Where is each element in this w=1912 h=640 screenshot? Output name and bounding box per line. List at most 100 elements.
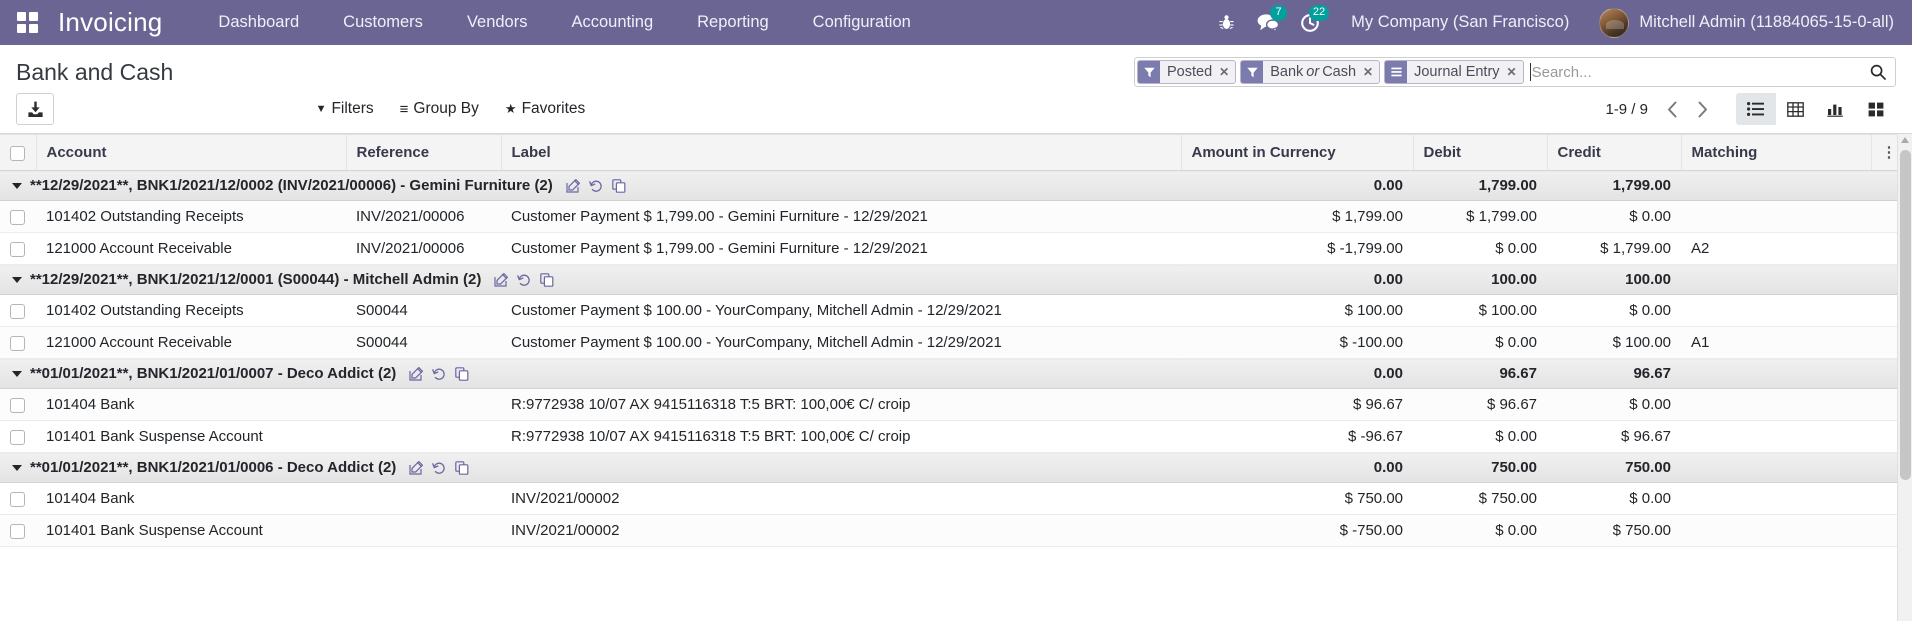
- column-header-matching[interactable]: Matching: [1680, 134, 1871, 171]
- chevron-left-icon[interactable]: [1658, 94, 1688, 124]
- table-row[interactable]: 101404 Bank R:9772938 10/07 AX 941511631…: [0, 388, 1906, 421]
- group-row[interactable]: **12/29/2021**, BNK1/2021/12/0001 (S0004…: [0, 264, 1906, 295]
- row-checkbox[interactable]: [10, 303, 25, 319]
- column-header-reference[interactable]: Reference: [345, 134, 501, 171]
- messages-icon[interactable]: 7: [1247, 0, 1289, 45]
- group-label[interactable]: **01/01/2021**, BNK1/2021/01/0007 - Deco…: [30, 365, 396, 382]
- edit-icon[interactable]: [409, 460, 424, 475]
- bug-icon[interactable]: [1205, 0, 1247, 45]
- table-row[interactable]: 121000 Account Receivable S00044 Custome…: [0, 326, 1906, 359]
- row-checkbox[interactable]: [10, 209, 25, 225]
- search-icon[interactable]: [1863, 60, 1893, 84]
- row-checkbox-cell[interactable]: [0, 514, 36, 547]
- edit-icon[interactable]: [494, 272, 509, 287]
- row-checkbox[interactable]: [10, 397, 25, 413]
- duplicate-icon[interactable]: [455, 366, 469, 381]
- facet-bank-or-cash[interactable]: Bank or Cash ✕: [1240, 60, 1381, 84]
- group-label[interactable]: **12/29/2021**, BNK1/2021/12/0001 (S0004…: [30, 271, 481, 288]
- group-label[interactable]: **01/01/2021**, BNK1/2021/01/0006 - Deco…: [30, 459, 396, 476]
- group-header-cell[interactable]: **12/29/2021**, BNK1/2021/12/0001 (S0004…: [0, 264, 1181, 295]
- menu-reporting[interactable]: Reporting: [675, 0, 791, 45]
- kanban-view-button[interactable]: [1855, 93, 1896, 125]
- row-checkbox-cell[interactable]: [0, 326, 36, 359]
- table-row[interactable]: 101401 Bank Suspense Account INV/2021/00…: [0, 514, 1906, 547]
- facet-bank-or-cash-remove-icon[interactable]: ✕: [1363, 61, 1379, 83]
- column-header-label[interactable]: Label: [500, 134, 1181, 171]
- column-header-credit[interactable]: Credit: [1546, 134, 1681, 171]
- favorites-dropdown[interactable]: ★ Favorites: [492, 96, 598, 122]
- group-header-cell[interactable]: **12/29/2021**, BNK1/2021/12/0002 (INV/2…: [0, 170, 1181, 201]
- cell-debit: $ 0.00: [1413, 232, 1547, 265]
- facet-posted[interactable]: Posted ✕: [1137, 60, 1237, 84]
- table-row[interactable]: 101404 Bank INV/2021/00002 $ 750.00 $ 75…: [0, 482, 1906, 515]
- group-header-cell[interactable]: **01/01/2021**, BNK1/2021/01/0007 - Deco…: [0, 358, 1181, 389]
- pivot-view-button[interactable]: [1775, 93, 1816, 125]
- chevron-right-icon[interactable]: [1688, 94, 1718, 124]
- graph-view-button[interactable]: [1815, 93, 1856, 125]
- search-input-wrap[interactable]: [1528, 60, 1863, 84]
- edit-icon[interactable]: [566, 178, 580, 193]
- table-row[interactable]: 101402 Outstanding Receipts S00044 Custo…: [0, 294, 1906, 327]
- row-checkbox-cell[interactable]: [0, 420, 36, 453]
- row-checkbox[interactable]: [10, 491, 25, 507]
- apps-grid-icon[interactable]: [10, 0, 44, 45]
- column-header-account[interactable]: Account: [35, 134, 346, 171]
- group-caret-icon[interactable]: [12, 182, 22, 189]
- row-checkbox-cell[interactable]: [0, 294, 36, 327]
- row-checkbox[interactable]: [10, 429, 25, 445]
- vertical-scrollbar[interactable]: [1897, 134, 1912, 621]
- column-header-debit[interactable]: Debit: [1412, 134, 1547, 171]
- search-view[interactable]: Posted ✕ Bank or Cash ✕ Journal Entry ✕ …: [1134, 57, 1896, 87]
- export-button[interactable]: [16, 93, 54, 125]
- table-row[interactable]: 101401 Bank Suspense Account R:9772938 1…: [0, 420, 1906, 453]
- list-view-button[interactable]: [1735, 93, 1776, 125]
- duplicate-icon[interactable]: [611, 178, 626, 193]
- select-all-checkbox[interactable]: [10, 145, 25, 161]
- company-switcher[interactable]: My Company (San Francisco): [1331, 13, 1589, 32]
- filters-dropdown[interactable]: ▼ Filters: [303, 96, 387, 122]
- row-checkbox-cell[interactable]: [0, 232, 36, 265]
- cell-credit: $ 1,799.00: [1547, 232, 1681, 265]
- menu-accounting[interactable]: Accounting: [549, 0, 675, 45]
- menu-dashboard[interactable]: Dashboard: [196, 0, 321, 45]
- search-input[interactable]: [1531, 63, 1863, 81]
- facet-journal-entry[interactable]: Journal Entry ✕: [1384, 60, 1524, 84]
- user-menu[interactable]: Mitchell Admin (11884065-15-0-all): [1589, 7, 1894, 38]
- row-checkbox[interactable]: [10, 241, 25, 257]
- search-dropdowns: ▼ Filters ≡ Group By ★ Favorites: [303, 96, 599, 122]
- revert-icon[interactable]: [432, 367, 446, 381]
- group-row[interactable]: **12/29/2021**, BNK1/2021/12/0002 (INV/2…: [0, 170, 1906, 201]
- table-row[interactable]: 101402 Outstanding Receipts INV/2021/000…: [0, 200, 1906, 233]
- group-row[interactable]: **01/01/2021**, BNK1/2021/01/0007 - Deco…: [0, 358, 1906, 389]
- menu-vendors[interactable]: Vendors: [445, 0, 550, 45]
- column-header-amount-in-currency[interactable]: Amount in Currency: [1180, 134, 1413, 171]
- activities-icon[interactable]: 22: [1289, 0, 1331, 45]
- duplicate-icon[interactable]: [540, 272, 554, 287]
- vertical-dots-icon[interactable]: ⋮: [1882, 145, 1897, 160]
- menu-customers[interactable]: Customers: [321, 0, 445, 45]
- group-label[interactable]: **12/29/2021**, BNK1/2021/12/0002 (INV/2…: [30, 177, 553, 194]
- group-caret-icon[interactable]: [12, 464, 22, 471]
- group-caret-icon[interactable]: [12, 276, 22, 283]
- revert-icon[interactable]: [588, 179, 603, 193]
- group-caret-icon[interactable]: [12, 370, 22, 377]
- row-checkbox[interactable]: [10, 335, 25, 351]
- menu-configuration[interactable]: Configuration: [791, 0, 933, 45]
- groupby-dropdown[interactable]: ≡ Group By: [387, 96, 492, 122]
- facet-posted-remove-icon[interactable]: ✕: [1219, 61, 1235, 83]
- group-header-cell[interactable]: **01/01/2021**, BNK1/2021/01/0006 - Deco…: [0, 452, 1181, 483]
- edit-icon[interactable]: [409, 366, 424, 381]
- row-checkbox-cell[interactable]: [0, 388, 36, 421]
- row-checkbox[interactable]: [10, 523, 25, 539]
- row-checkbox-cell[interactable]: [0, 482, 36, 515]
- scroll-up-arrow-icon[interactable]: [1901, 137, 1909, 143]
- scrollbar-thumb[interactable]: [1900, 150, 1911, 480]
- group-row[interactable]: **01/01/2021**, BNK1/2021/01/0006 - Deco…: [0, 452, 1906, 483]
- app-brand-invoicing[interactable]: Invoicing: [58, 7, 162, 38]
- revert-icon[interactable]: [432, 461, 446, 475]
- revert-icon[interactable]: [517, 273, 531, 287]
- duplicate-icon[interactable]: [455, 460, 469, 475]
- row-checkbox-cell[interactable]: [0, 200, 36, 233]
- table-row[interactable]: 121000 Account Receivable INV/2021/00006…: [0, 232, 1906, 265]
- facet-journal-entry-remove-icon[interactable]: ✕: [1507, 61, 1523, 83]
